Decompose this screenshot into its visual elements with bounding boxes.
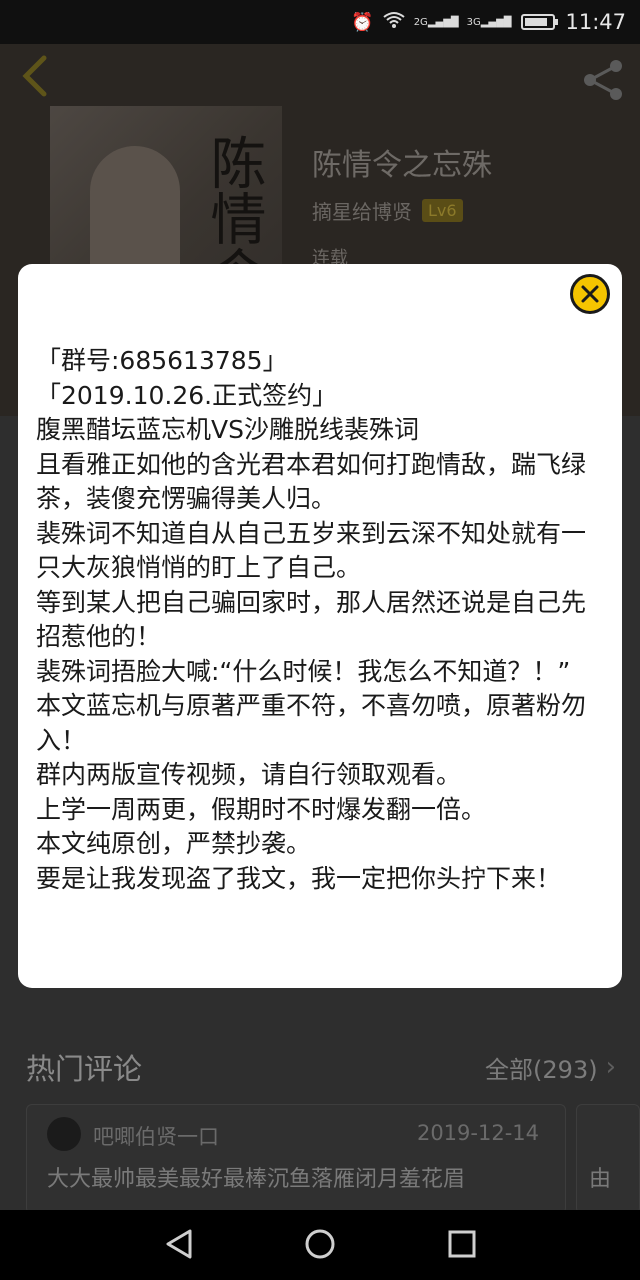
intro-line: 本文纯原创，严禁抄袭。 [36,829,312,858]
intro-line: 群内两版宣传视频，请自行领取观看。 [36,760,462,789]
triangle-back-icon [166,1229,192,1259]
intro-line: 且看雅正如他的含光君本君如何打跑情敌，踹飞绿茶，装傻充愣骗得美人归。 [36,449,587,514]
clock: 11:47 [565,10,626,34]
circle-home-icon [305,1229,335,1259]
intro-line: 本文蓝忘机与原著严重不符，不喜勿喷，原著粉勿入！ [36,691,587,755]
wifi-icon [382,11,406,34]
status-bar: ⏰ 2G▂▄▆█ 3G▂▄▆█ 11:47 [0,0,640,44]
intro-line: 等到某人把自己骗回家时，那人居然还说是自己先招惹他的！ [36,587,587,652]
book-intro-dialog: 「群号:685613785」 「2019.10.26.正式签约」 腹黑醋坛蓝忘机… [18,264,622,988]
signal-icon-2: 3G▂▄▆█ [466,16,512,28]
intro-line: 裴殊词不知道自从自己五岁来到云深不知处就有一只大灰狼悄悄的盯上了自己。 [36,518,587,583]
intro-line: 上学一周两更，假期时不时爆发翻一倍。 [36,794,487,824]
battery-icon [521,14,559,30]
nav-recents-button[interactable] [448,1230,476,1262]
intro-line: 腹黑醋坛蓝忘机VS沙雕脱线裴殊词 [36,415,419,444]
alarm-icon: ⏰ [351,11,374,33]
signal-icon-1: 2G▂▄▆█ [413,16,459,28]
square-recents-icon [448,1230,476,1258]
close-icon [581,285,599,303]
book-intro-text: 「群号:685613785」 「2019.10.26.正式签约」 腹黑醋坛蓝忘机… [36,344,610,896]
nav-back-button[interactable] [164,1228,194,1264]
nav-home-button[interactable] [304,1228,336,1264]
intro-line: 「2019.10.26.正式签约」 [36,380,338,410]
close-button[interactable] [570,274,610,314]
intro-line: 要是让我发现盗了我文，我一定把你头拧下来！ [36,863,562,893]
intro-line: 裴殊词捂脸大喊:“什么时候！我怎么不知道？！” [36,656,571,686]
system-nav-bar [0,1210,640,1280]
intro-line: 「群号:685613785」 [36,346,288,375]
